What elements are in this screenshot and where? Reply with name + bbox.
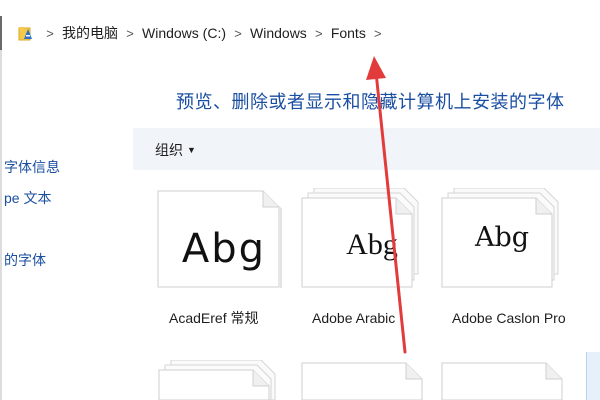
organize-label: 组织	[155, 142, 183, 158]
font-tile-adobe-arabic[interactable]: Abg Adobe Arabic	[300, 188, 430, 328]
breadcrumb-item-fonts[interactable]: Fonts	[329, 25, 368, 41]
breadcrumb-item-my-computer[interactable]: 我的电脑	[60, 23, 120, 43]
page-title: 预览、删除或者显示和隐藏计算机上安装的字体	[176, 92, 565, 112]
fonts-folder-icon	[18, 27, 32, 41]
font-preview: Abg	[181, 226, 267, 272]
chevron-right-icon[interactable]: >	[309, 26, 329, 41]
font-tile-acaderef[interactable]: Abg AcadEref 常规	[157, 188, 287, 328]
font-preview: Abg	[474, 222, 530, 253]
chevron-down-icon: ▼	[187, 145, 196, 155]
font-name: AcadEref 常规	[169, 310, 259, 326]
window-edge	[0, 16, 2, 50]
chevron-right-icon[interactable]: >	[120, 26, 140, 41]
font-preview: Abg	[346, 228, 398, 261]
left-link-fonts[interactable]: 的字体	[4, 250, 46, 270]
font-tile-partial[interactable]	[300, 360, 430, 400]
chevron-right-icon[interactable]: >	[368, 26, 388, 41]
left-link-font-info[interactable]: 字体信息	[4, 157, 60, 177]
toolbar: 组织 ▼	[133, 128, 600, 170]
breadcrumb-item-windows[interactable]: Windows	[248, 25, 309, 41]
font-name: Adobe Arabic	[312, 310, 396, 326]
font-tile-partial[interactable]	[440, 360, 570, 400]
font-tile-partial[interactable]	[157, 360, 287, 400]
chevron-right-icon[interactable]: >	[228, 26, 248, 41]
selected-tile-edge[interactable]	[586, 352, 600, 400]
breadcrumb: > 我的电脑 > Windows (C:) > Windows > Fonts …	[40, 24, 388, 42]
organize-menu-button[interactable]: 组织 ▼	[155, 140, 196, 160]
left-panel-edge	[0, 50, 2, 400]
address-bar[interactable]: > 我的电脑 > Windows (C:) > Windows > Fonts …	[0, 16, 600, 50]
chevron-right-icon[interactable]: >	[40, 26, 60, 41]
font-name: Adobe Caslon Pro	[452, 310, 566, 326]
breadcrumb-item-windows-c[interactable]: Windows (C:)	[140, 25, 228, 41]
font-tile-adobe-caslon-pro[interactable]: Abg Adobe Caslon Pro	[440, 188, 570, 328]
left-link-type-text[interactable]: pe 文本	[4, 188, 51, 208]
